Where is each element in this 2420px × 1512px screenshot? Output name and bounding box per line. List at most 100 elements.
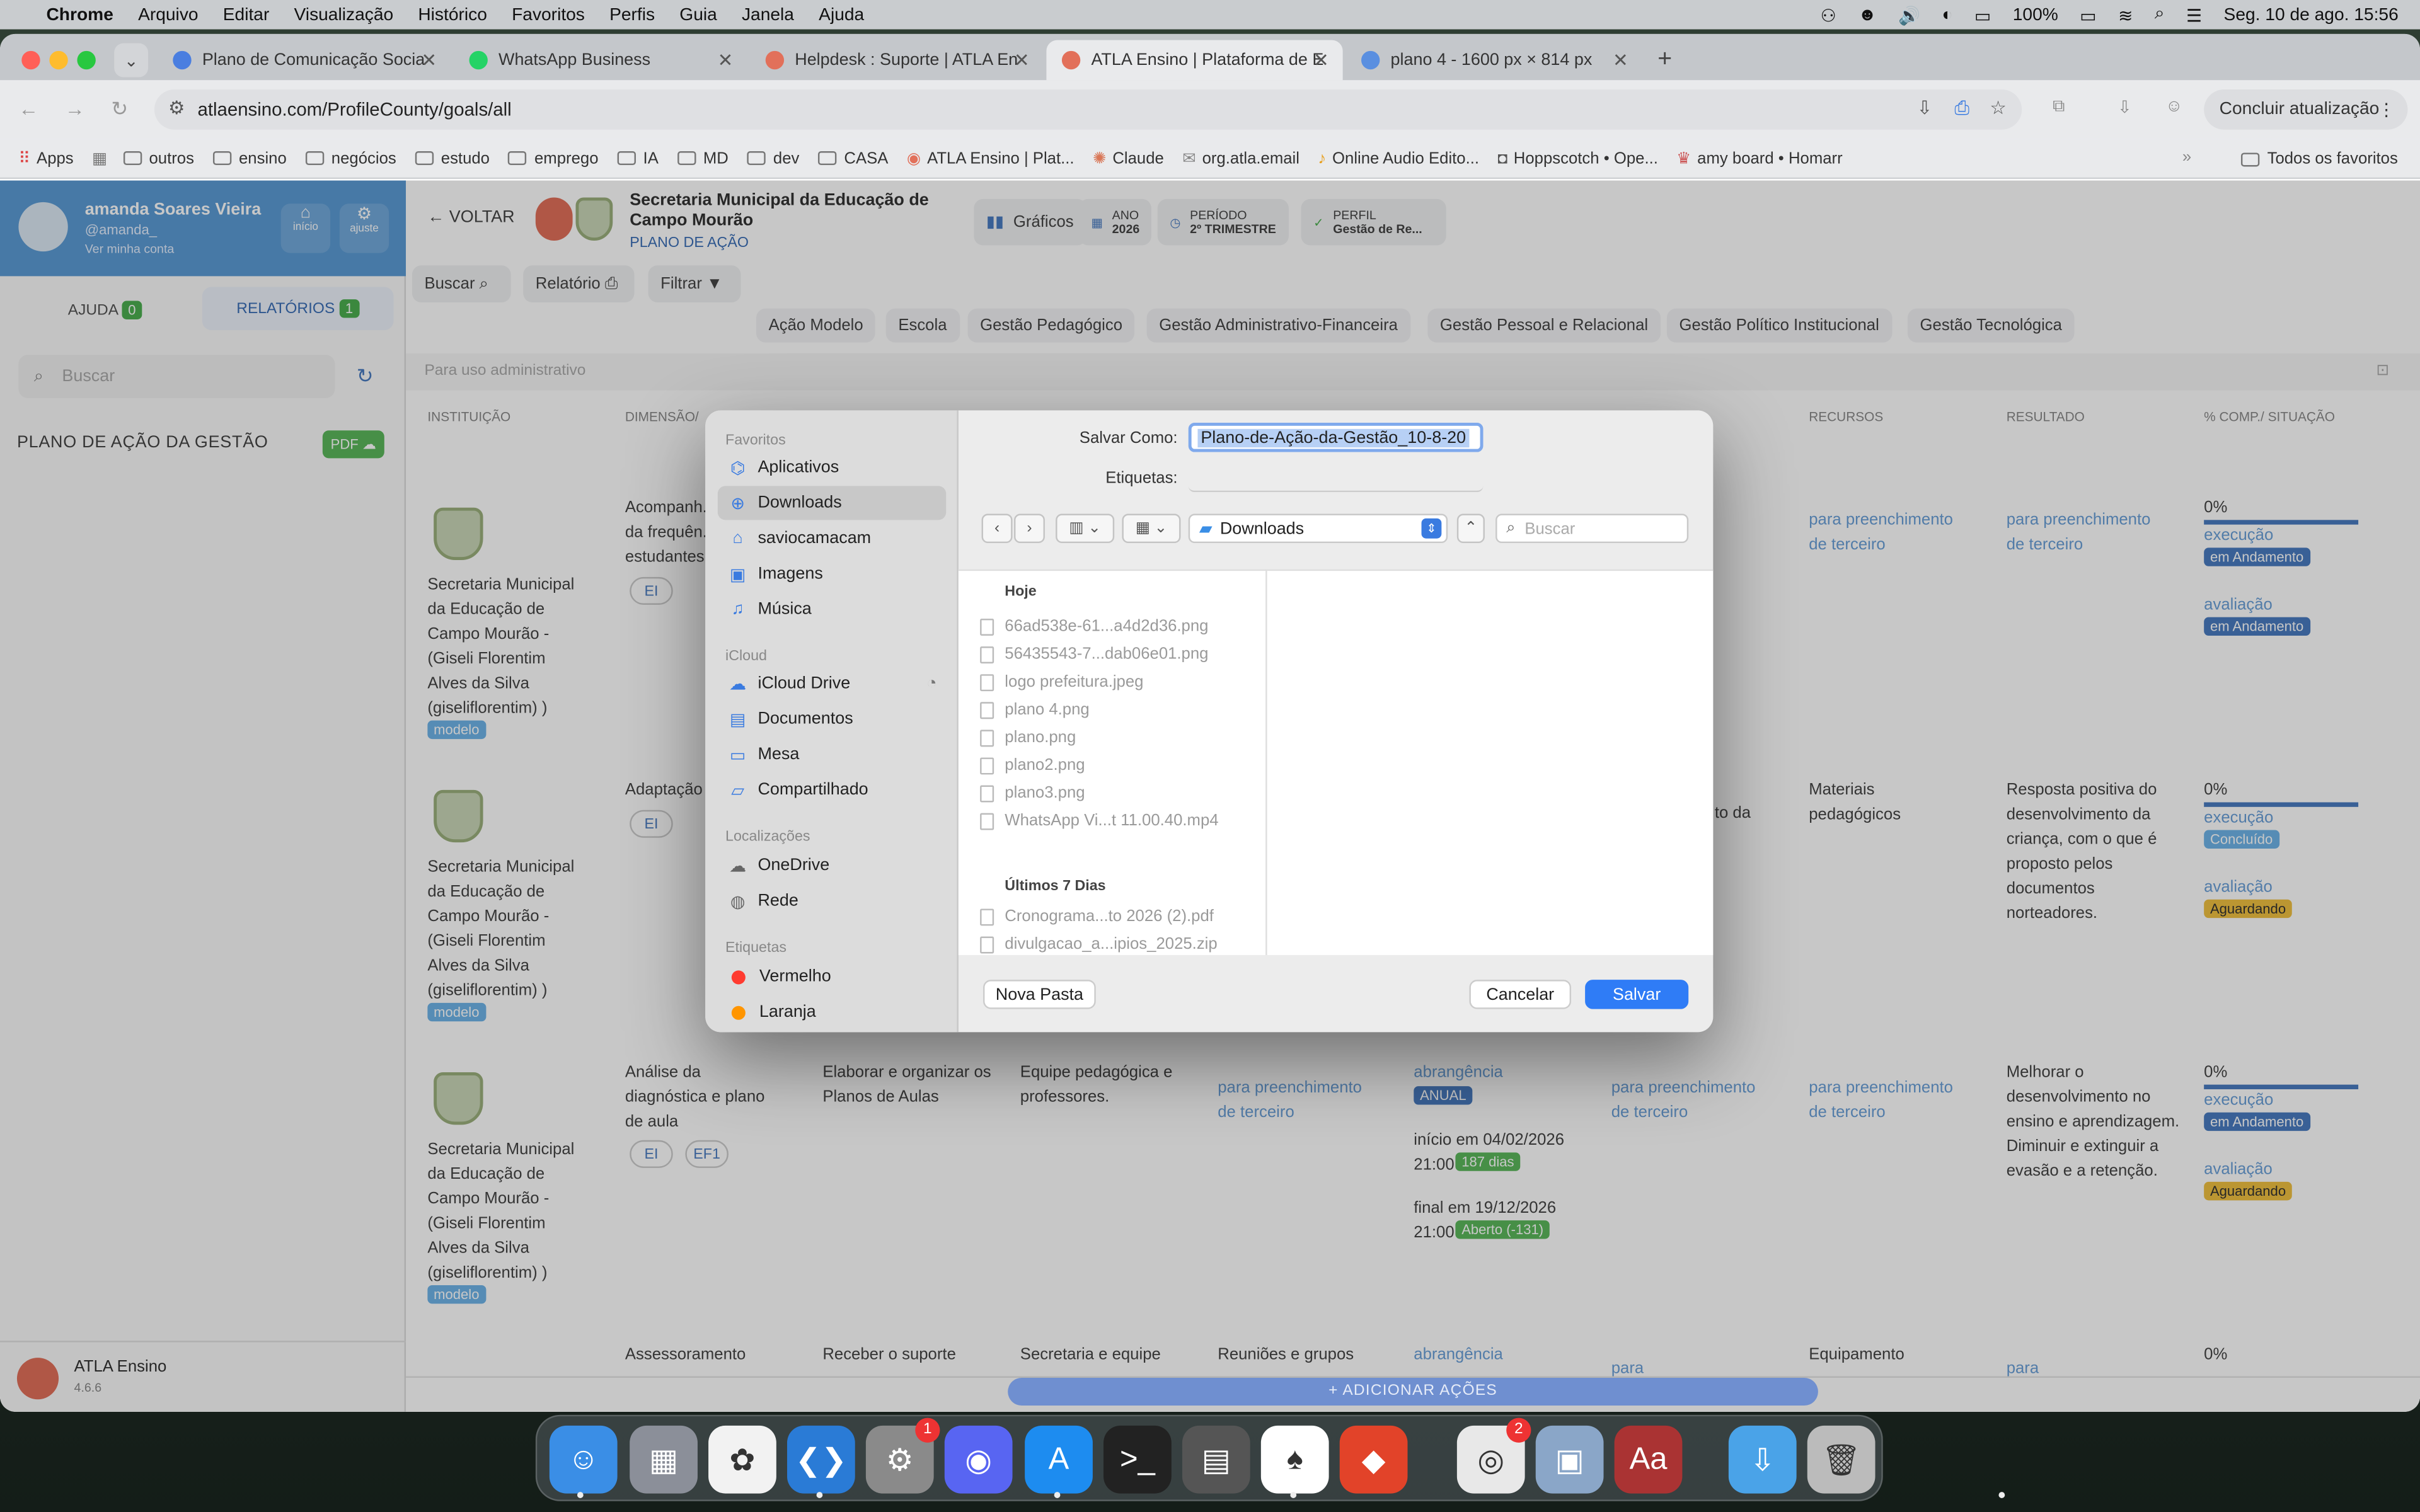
filename-input[interactable]: Plano-de-Ação-da-Gestão_10-8-20 [1188,423,1484,452]
tab[interactable]: Helpdesk : Suporte | ATLA En ✕ [750,40,1043,81]
bookmark[interactable]: ◘ Hoppscotch • Ope... [1497,149,1657,167]
sidebar-item-tag-orange[interactable]: Laranja [718,995,946,1029]
menu-item[interactable]: Ajuda [819,6,864,24]
sidebar-item-home[interactable]: ⌂ saviocamacam [718,522,946,556]
sidebar-item-images[interactable]: ▣ Imagens [718,557,946,591]
install-icon[interactable]: ⎙ [1954,97,1969,120]
terminal-icon[interactable]: >_ [1103,1425,1172,1494]
finder-icon[interactable]: ☺ [549,1425,618,1494]
menu-item[interactable]: Arquivo [138,6,199,24]
address-bar[interactable]: ⚙ atlaensino.com/ProfileCounty/goals/all… [154,89,2022,130]
zoom-window-button[interactable] [77,50,96,70]
bookmark[interactable]: ♪ Online Audio Edito... [1318,149,1479,167]
bookmark[interactable]: negócios [305,149,396,168]
file-item[interactable]: logo prefeitura.jpeg [980,673,1143,691]
close-tab-icon[interactable]: ✕ [718,49,734,71]
new-folder-button[interactable]: Nova Pasta [983,980,1096,1009]
collapse-button[interactable]: ⌃ [1456,513,1485,544]
sidebar-item-music[interactable]: ♫ Música [718,592,946,626]
extensions-icon[interactable]: ⧉ [2053,97,2065,117]
bookmark[interactable]: IA [616,149,659,168]
sidebar-item-documents[interactable]: ▤ Documentos [718,702,946,736]
file-item[interactable]: plano 4.png [980,701,1090,719]
chevron-right-icon[interactable]: » [2182,148,2191,166]
cancel-button[interactable]: Cancelar [1469,980,1572,1009]
site-info-icon[interactable]: ⚙ [168,97,185,118]
sidebar-item-onedrive[interactable]: ☁ OneDrive [718,849,946,883]
bookmark[interactable]: MD [677,149,729,168]
menu-item[interactable]: Perfis [609,6,655,24]
profile-icon[interactable]: ☺ [2165,97,2183,115]
vscode-icon[interactable]: ❮❯ [786,1425,855,1494]
user-icon[interactable]: ☻ [1858,6,1877,24]
dialog-search-input[interactable]: ⌕ Buscar [1495,513,1689,544]
menu-item[interactable]: Histórico [418,6,487,24]
volume-icon[interactable]: 🔊 [1898,4,1920,25]
file-item[interactable]: plano2.png [980,756,1085,774]
bookmark-star-icon[interactable]: ☆ [1990,97,2006,118]
sidebar-item-applications[interactable]: ⌬ Aplicativos [718,450,946,484]
group-mode-button[interactable]: ▦ ⌄ [1122,513,1181,544]
location-select[interactable]: ▰ Downloads ⇕ [1188,513,1448,544]
add-actions-button[interactable]: + ADICIONAR AÇÕES [1008,1377,1818,1406]
menu-item[interactable]: Guia [679,6,717,24]
system-settings-icon[interactable]: ⚙ 1 [865,1418,940,1494]
sidebar-item-shared[interactable]: ▱ Compartilhado [718,773,946,807]
tags-input[interactable] [1188,463,1484,493]
tab-active[interactable]: ATLA Ensino | Plataforma de E ✕ [1046,40,1343,81]
menu-item[interactable]: Janela [742,6,794,24]
bookmark[interactable]: ✺ Claude [1093,149,1164,167]
more-icon[interactable]: ⋮ [2378,99,2395,120]
app-store-icon[interactable]: A [1025,1425,1093,1494]
bookmark[interactable]: ⠿ Apps [18,149,73,167]
downloads-icon[interactable]: ⇩ [1728,1425,1797,1494]
forward-nav-button[interactable]: › [1013,513,1045,544]
focus-icon[interactable]: ◐ [1942,6,1953,24]
reload-icon[interactable]: ↻ [111,97,128,122]
close-tab-icon[interactable]: ✕ [1014,49,1030,71]
bookmark[interactable]: dev [747,149,799,168]
status-icon[interactable]: ⚇ [1821,4,1836,25]
bookmark[interactable]: ◉ ATLA Ensino | Plat... [907,149,1075,167]
mongodb-icon[interactable]: ♠ [1260,1425,1329,1494]
bookmark[interactable]: ♛ amy board • Homarr [1676,149,1842,167]
file-item[interactable]: divulgacao_a...ipios_2025.zip [980,935,1218,953]
file-item[interactable]: Cronograma...to 2026 (2).pdf [980,907,1214,925]
minimize-window-button[interactable] [49,50,68,70]
wifi-icon[interactable]: ≋ [2118,4,2133,25]
trash-icon[interactable]: 🗑 [1807,1425,1876,1494]
menu-item[interactable]: Favoritos [512,6,585,24]
calculator-icon[interactable]: ▤ [1182,1425,1250,1494]
downloads-icon[interactable]: ⇩ [2118,97,2132,117]
bookmark[interactable]: estudo [415,149,490,168]
new-tab-button[interactable]: + [1645,40,1685,81]
bookmark[interactable]: ensino [212,149,287,168]
tab-search-icon[interactable]: ⌄ [114,43,149,77]
dictionary-icon[interactable]: Aa [1614,1425,1683,1494]
photos-icon[interactable]: ✿ [708,1425,776,1494]
close-tab-icon[interactable]: ✕ [421,49,437,71]
preview-icon[interactable]: ▣ [1535,1425,1604,1494]
launchpad-icon[interactable]: ▦ [630,1425,698,1494]
sidebar-item-tag-red[interactable]: Vermelho [718,959,946,994]
tab[interactable]: WhatsApp Business ✕ [454,40,747,81]
download-icon[interactable]: ⇩ [1917,97,1933,118]
sidebar-item-downloads[interactable]: ⊕ Downloads [717,486,947,520]
discord-icon[interactable]: ◉ [944,1425,1013,1494]
tab[interactable]: plano 4 - 1600 px × 814 px ✕ [1346,40,1642,81]
view-mode-button[interactable]: ▥ ⌄ [1056,513,1115,544]
sidebar-item-desktop[interactable]: ▭ Mesa [718,738,946,772]
close-tab-icon[interactable]: ✕ [1613,49,1628,71]
bookmark[interactable]: ▦ outros [92,149,194,167]
file-item[interactable]: 66ad538e-61...a4d2d36.png [980,617,1208,636]
battery-icon[interactable]: ▭ [2080,4,2097,25]
update-button[interactable]: Concluir atualização ⋮ [2204,89,2408,130]
sidebar-item-icloud-drive[interactable]: ☁ iCloud Drive ◔ [718,667,946,701]
menu-item[interactable]: Editar [223,6,270,24]
back-icon[interactable]: ← [18,97,38,120]
gitlab-icon[interactable]: ◆ [1339,1425,1408,1494]
clock[interactable]: Seg. 10 de ago. 15:56 [2224,6,2399,24]
display-icon[interactable]: ▭ [1974,4,1991,25]
back-nav-button[interactable]: ‹ [981,513,1013,544]
save-button[interactable]: Salvar [1585,980,1689,1009]
